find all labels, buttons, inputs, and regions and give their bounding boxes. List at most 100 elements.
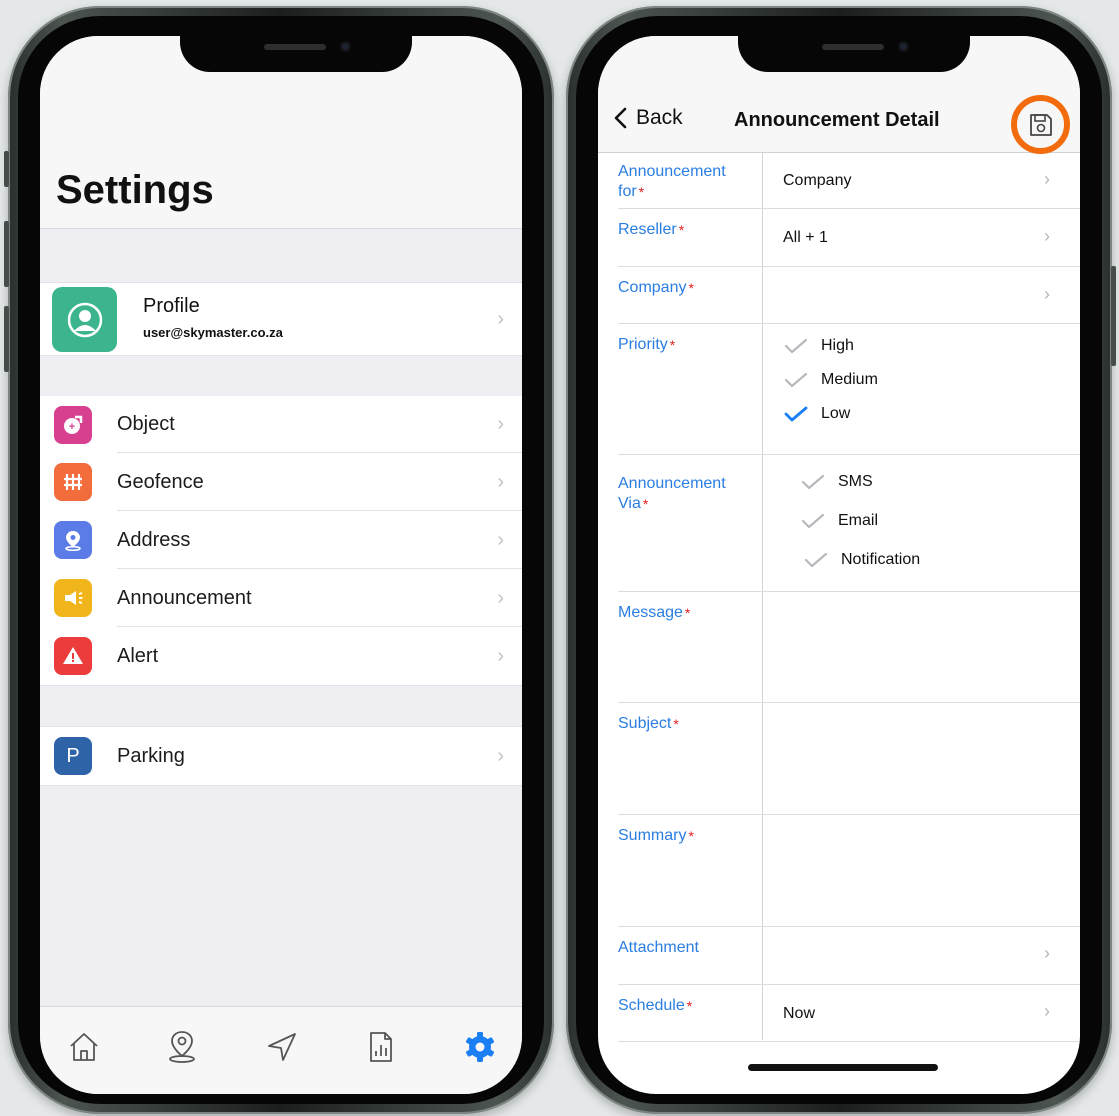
field-label-text: Reseller — [618, 221, 677, 238]
settings-item-label: Alert — [117, 644, 159, 667]
settings-screen: Settings Profile user@skymaster.co.za › … — [40, 36, 522, 1094]
profile-email: user@skymaster.co.za — [143, 325, 283, 340]
divider — [618, 984, 1080, 985]
speaker — [264, 44, 326, 50]
tab-settings[interactable] — [450, 1017, 510, 1077]
priority-label: Priority * — [618, 335, 753, 355]
home-icon — [70, 1033, 98, 1061]
chevron-right-icon: › — [497, 413, 504, 435]
field-label-text: Summary — [618, 827, 687, 844]
chevron-right-icon: › — [497, 644, 504, 667]
subject-input[interactable] — [768, 708, 1068, 808]
announcement-for-label: Announcement for * — [618, 162, 753, 202]
required-indicator: * — [673, 716, 679, 732]
announcement-for-value[interactable]: Company — [783, 172, 851, 190]
save-button[interactable] — [1011, 95, 1070, 154]
option-label: Medium — [821, 371, 878, 388]
settings-item-geofence[interactable]: Geofence › — [40, 453, 522, 511]
required-indicator: * — [642, 496, 649, 512]
speaker — [822, 44, 884, 50]
summary-input[interactable] — [768, 820, 1068, 920]
reseller-value[interactable]: All + 1 — [783, 229, 828, 247]
alert-icon — [54, 637, 92, 675]
company-label: Company * — [618, 278, 753, 298]
settings-item-label: Geofence — [117, 470, 204, 493]
settings-item-parking[interactable]: P Parking › — [40, 726, 522, 786]
field-label-text: Schedule — [618, 997, 685, 1014]
required-indicator: * — [684, 605, 691, 621]
page-title: Settings — [56, 168, 214, 212]
tab-map[interactable] — [152, 1017, 212, 1077]
volume-up-button — [4, 221, 9, 287]
schedule-value[interactable]: Now — [783, 1005, 815, 1023]
subject-label: Subject * — [618, 714, 753, 734]
divider — [618, 323, 1080, 324]
back-button[interactable]: Back — [612, 106, 683, 130]
save-icon — [1029, 113, 1052, 136]
announcement-detail-screen: Back Announcement Detail Announcement fo… — [598, 36, 1080, 1094]
chevron-right-icon: › — [497, 744, 504, 767]
priority-option-medium[interactable]: Medium — [781, 370, 878, 390]
settings-item-announcement[interactable]: Announcement › — [40, 569, 522, 627]
tab-navigation[interactable] — [252, 1017, 312, 1077]
settings-item-label: Address — [117, 528, 191, 551]
via-option-notification[interactable]: Notification — [801, 550, 920, 570]
option-label: Notification — [841, 551, 921, 568]
back-label: Back — [636, 106, 683, 129]
settings-item-alert[interactable]: Alert › — [40, 627, 522, 686]
report-icon — [370, 1032, 392, 1062]
geofence-icon — [54, 463, 92, 501]
checkmark-icon — [804, 552, 828, 568]
profile-name: Profile — [143, 295, 200, 317]
home-indicator — [748, 1064, 938, 1071]
checkmark-icon — [784, 338, 808, 354]
settings-item-label: Object — [117, 413, 175, 435]
divider — [618, 266, 1080, 267]
option-label: SMS — [838, 473, 873, 490]
field-label-text: Announcement Via — [618, 475, 726, 512]
parking-icon: P — [54, 737, 92, 775]
avatar — [52, 287, 117, 352]
divider — [618, 814, 1080, 815]
message-input[interactable] — [768, 596, 1068, 696]
notch — [738, 36, 970, 72]
divider — [618, 702, 1080, 703]
checkmark-icon — [784, 372, 808, 388]
volume-down-button — [4, 306, 9, 372]
option-label: Email — [838, 512, 879, 529]
via-option-email[interactable]: Email — [798, 511, 878, 531]
attachment-picker[interactable] — [768, 932, 1068, 982]
chevron-right-icon: › — [1044, 1001, 1050, 1021]
camera — [340, 41, 351, 52]
company-value[interactable] — [783, 286, 1023, 306]
announcement-via-label: Announcement Via * — [618, 474, 753, 514]
via-option-sms[interactable]: SMS — [798, 472, 873, 492]
divider — [618, 591, 1080, 592]
settings-item-address[interactable]: Address › — [40, 511, 522, 569]
required-indicator: * — [638, 184, 645, 200]
priority-option-high[interactable]: High — [781, 336, 854, 356]
required-indicator: * — [669, 337, 676, 353]
summary-label: Summary * — [618, 826, 753, 846]
profile-row[interactable]: Profile user@skymaster.co.za › — [40, 282, 522, 356]
settings-item-object[interactable]: + Object › — [40, 396, 522, 453]
divider — [618, 926, 1080, 927]
schedule-label: Schedule * — [618, 996, 753, 1016]
settings-gear-icon — [466, 1032, 494, 1062]
svg-text:+: + — [69, 421, 75, 433]
priority-option-low[interactable]: Low — [781, 404, 850, 424]
field-label-text: Priority — [618, 336, 668, 353]
user-icon — [67, 302, 102, 337]
checkmark-icon — [801, 513, 825, 529]
tab-home[interactable] — [54, 1017, 114, 1077]
chevron-right-icon: › — [497, 470, 504, 493]
chevron-right-icon: › — [1044, 943, 1050, 963]
announcement-icon — [54, 579, 92, 617]
option-label: High — [821, 337, 854, 354]
chevron-right-icon: › — [1044, 169, 1050, 189]
tab-reports[interactable] — [350, 1017, 410, 1077]
column-divider — [762, 152, 763, 1040]
settings-item-label: Announcement — [117, 586, 252, 609]
required-indicator: * — [688, 828, 694, 844]
reseller-label: Reseller * — [618, 220, 753, 240]
